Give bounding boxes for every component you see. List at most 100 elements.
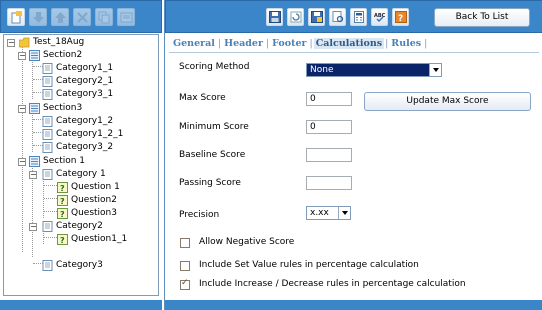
- new-document-icon: [11, 11, 22, 24]
- minimum-score-label: Minimum Score: [179, 122, 249, 132]
- left-footer-bar: [0, 300, 162, 310]
- baseline-score-label: Baseline Score: [179, 150, 246, 160]
- spell-check-button[interactable]: ABC: [371, 8, 388, 26]
- include-increase-decrease-checkbox[interactable]: [180, 278, 190, 290]
- tree-node-category[interactable]: Category2_1: [4, 75, 154, 88]
- right-panel: ABC ? Back To List General | Header | Footer…: [164, 0, 542, 310]
- page-icon: [42, 260, 53, 271]
- collapse-icon[interactable]: −: [18, 52, 26, 60]
- tree-node-category[interactable]: Category3_1: [4, 88, 154, 101]
- tree-node-category[interactable]: Category3_2: [4, 141, 154, 154]
- tab-general[interactable]: General: [171, 38, 217, 49]
- tab-footer[interactable]: Footer: [270, 38, 308, 49]
- precision-select[interactable]: x.xx: [306, 206, 351, 220]
- tree-label: Category2: [56, 221, 103, 231]
- tab-header[interactable]: Header: [222, 38, 265, 49]
- save-icon: [269, 11, 281, 23]
- editor-toolbar: ABC ? Back To List: [165, 0, 542, 33]
- tab-rules[interactable]: Rules: [389, 38, 423, 49]
- tree-label: Question 1: [71, 182, 120, 192]
- collapse-icon[interactable]: −: [29, 171, 37, 179]
- tree-node-category[interactable]: Category1_2: [4, 115, 154, 128]
- left-panel: − Test_18Aug − Section2 Category1_1 Cate…: [0, 0, 162, 310]
- tab-bar: General | Header | Footer | Calculations | Rules…: [171, 38, 428, 52]
- page-icon: [42, 129, 53, 140]
- tree-node-section3[interactable]: − Section3: [4, 102, 154, 115]
- tree-node-question[interactable]: ? Question1_1: [4, 233, 154, 246]
- collapse-icon[interactable]: −: [7, 39, 15, 47]
- save-as-icon: [311, 11, 323, 23]
- tree-label: Category 1: [56, 169, 106, 179]
- refresh-icon: [290, 11, 302, 23]
- scoring-method-label: Scoring Method: [179, 62, 250, 72]
- print-preview-icon: [332, 11, 344, 23]
- allow-negative-score-label: Allow Negative Score: [199, 237, 295, 247]
- page-icon: [42, 89, 53, 100]
- preview-button[interactable]: [117, 8, 135, 26]
- tree-node-question[interactable]: ? Question 1: [4, 181, 154, 194]
- calculator-button[interactable]: [350, 8, 367, 26]
- tree-node-section1[interactable]: − Section 1: [4, 155, 154, 168]
- tree-label: Section 1: [43, 156, 86, 166]
- scoring-method-select[interactable]: None: [306, 63, 442, 77]
- tree-label: Question3: [71, 208, 117, 218]
- move-down-icon: [33, 12, 44, 23]
- tree-label: Category3_2: [56, 142, 114, 152]
- tab-separator: |: [424, 38, 428, 49]
- page-icon: [42, 76, 53, 87]
- tree-view: − Test_18Aug − Section2 Category1_1 Cate…: [3, 34, 159, 296]
- preview-icon: [120, 12, 133, 23]
- calculator-icon: [354, 11, 364, 23]
- svg-text:?: ?: [60, 210, 65, 219]
- minimum-score-input[interactable]: 0: [306, 120, 352, 134]
- tree-node-category[interactable]: − Category2: [4, 220, 154, 233]
- max-score-input[interactable]: 0: [306, 92, 352, 106]
- section-icon: [29, 103, 40, 114]
- chevron-down-icon[interactable]: [338, 207, 350, 219]
- save-button[interactable]: [266, 8, 283, 26]
- tree-node-section2[interactable]: − Section2: [4, 49, 154, 62]
- tab-calculations[interactable]: Calculations: [313, 38, 385, 49]
- svg-text:ABC: ABC: [374, 13, 386, 19]
- tree-toolbar: [0, 0, 162, 33]
- tab-divider: [169, 52, 539, 53]
- question-icon: ?: [57, 208, 68, 219]
- question-icon: ?: [57, 182, 68, 193]
- delete-button[interactable]: [73, 8, 91, 26]
- print-preview-button[interactable]: [329, 8, 346, 26]
- precision-label: Precision: [179, 210, 220, 220]
- include-increase-decrease-label: Include Increase / Decrease rules in per…: [199, 279, 466, 289]
- collapse-icon[interactable]: −: [18, 105, 26, 113]
- move-up-button[interactable]: [51, 8, 69, 26]
- page-icon: [42, 169, 53, 180]
- tree-label: Category3_1: [56, 89, 114, 99]
- new-document-button[interactable]: [7, 8, 25, 26]
- precision-value: x.xx: [310, 208, 329, 218]
- move-up-icon: [55, 12, 66, 23]
- passing-score-input[interactable]: [306, 176, 352, 190]
- tree-node-category[interactable]: Category1_1: [4, 62, 154, 75]
- tree-node-question[interactable]: ? Question2: [4, 194, 154, 207]
- page-icon: [42, 142, 53, 153]
- collapse-icon[interactable]: −: [18, 158, 26, 166]
- help-button[interactable]: ?: [392, 8, 409, 26]
- tree-label: Section2: [43, 50, 83, 60]
- back-to-list-button[interactable]: Back To List: [434, 8, 530, 27]
- move-down-button[interactable]: [29, 8, 47, 26]
- tree-node-category[interactable]: − Category 1: [4, 168, 154, 181]
- copy-button[interactable]: [95, 8, 113, 26]
- include-set-value-checkbox[interactable]: [180, 261, 190, 271]
- collapse-icon[interactable]: −: [29, 223, 37, 231]
- max-score-label: Max Score: [179, 93, 226, 103]
- tree-node-question[interactable]: ? Question3: [4, 207, 154, 220]
- baseline-score-input[interactable]: [306, 148, 352, 162]
- passing-score-label: Passing Score: [179, 178, 241, 188]
- save-as-button[interactable]: [308, 8, 325, 26]
- tree-node-category[interactable]: Category1_2_1: [4, 128, 154, 141]
- tree-node-root[interactable]: − Test_18Aug: [4, 36, 154, 49]
- chevron-down-icon[interactable]: [429, 64, 441, 76]
- update-max-score-button[interactable]: Update Max Score: [364, 92, 531, 111]
- allow-negative-score-checkbox[interactable]: [180, 238, 190, 248]
- tree-node-category[interactable]: Category3: [4, 259, 154, 272]
- refresh-button[interactable]: [287, 8, 304, 26]
